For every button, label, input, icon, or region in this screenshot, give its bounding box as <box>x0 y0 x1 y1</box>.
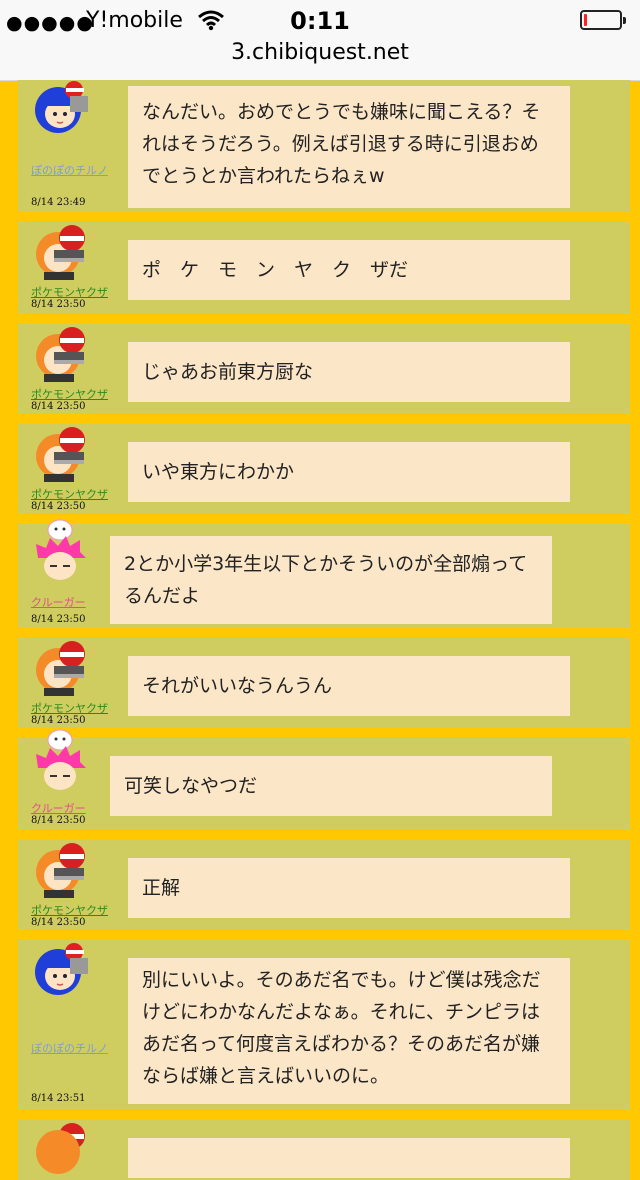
orange-hair-avatar[interactable] <box>30 224 90 280</box>
user-name-link[interactable]: ポケモンヤクザ <box>31 902 108 918</box>
pink-hair-avatar[interactable] <box>30 518 90 588</box>
user-name-link[interactable]: ポケモンヤクザ <box>31 486 108 502</box>
timestamp: 8/14 23:50 <box>31 299 86 310</box>
message-bubble: なんだい。おめでとうでも嫌味に聞こえる？それはそうだろう。例えば引退する時に引退… <box>128 86 570 208</box>
chat-message: ぽのぽのチルノ 8/14 23:51 別にいいよ。そのあだ名でも。けど僕は残念だ… <box>18 940 630 1110</box>
battery-level <box>584 14 587 26</box>
message-bubble: 正解 <box>128 858 570 918</box>
user-name-link[interactable]: ポケモンヤクザ <box>31 700 108 716</box>
timestamp: 8/14 23:51 <box>31 1093 86 1104</box>
timestamp: 8/14 23:50 <box>31 917 86 928</box>
message-bubble: 可笑しなやつだ <box>110 756 552 816</box>
pink-hair-avatar[interactable] <box>30 728 90 798</box>
user-name-link[interactable]: クルーガー <box>31 594 86 610</box>
orange-hair-avatar[interactable] <box>30 1122 90 1178</box>
message-bubble: ポ ケ モ ン ヤ ク ザだ <box>128 240 570 300</box>
message-bubble: 2とか小学3年生以下とかそういのが全部煽ってるんだよ <box>110 536 552 624</box>
chat-message: ポケモンヤクザ 8/14 23:50 じゃあお前東方厨な <box>18 324 630 414</box>
chat-message: ポケモンヤクザ 8/14 23:50 正解 <box>18 840 630 930</box>
message-bubble: 別にいいよ。そのあだ名でも。けど僕は残念だけどにわかなんだよなぁ。それに、チンピ… <box>128 958 570 1104</box>
chat-message: ポケモンヤクザ 8/14 23:50 いや東方にわかか <box>18 424 630 514</box>
user-name-link[interactable]: クルーガー <box>31 800 86 816</box>
message-bubble: いや東方にわかか <box>128 442 570 502</box>
timestamp: 8/14 23:50 <box>31 501 86 512</box>
message-bubble: それがいいなうんうん <box>128 656 570 716</box>
user-name-link[interactable]: ポケモンヤクザ <box>31 284 108 300</box>
chat-message: クルーガー 8/14 23:50 可笑しなやつだ <box>18 729 630 830</box>
blue-hair-avatar[interactable] <box>30 80 90 136</box>
clock: 0:11 <box>290 7 350 35</box>
orange-hair-avatar[interactable] <box>30 426 90 482</box>
message-bubble <box>128 1138 570 1178</box>
message-bubble: じゃあお前東方厨な <box>128 342 570 402</box>
chat-message: ポケモンヤクザ 8/14 23:50 それがいいなうんうん <box>18 638 630 728</box>
user-name-link[interactable]: ぽのぽのチルノ <box>31 162 108 178</box>
timestamp: 8/14 23:50 <box>31 715 86 726</box>
chat-message: ぽのぽのチルノ 8/14 23:49 なんだい。おめでとうでも嫌味に聞こえる？そ… <box>18 80 630 212</box>
user-name-link[interactable]: ポケモンヤクザ <box>31 386 108 402</box>
timestamp: 8/14 23:49 <box>31 197 86 208</box>
orange-hair-avatar[interactable] <box>30 842 90 898</box>
orange-hair-avatar[interactable] <box>30 326 90 382</box>
battery-icon <box>580 10 626 30</box>
address-bar-url[interactable]: 3.chibiquest.net <box>0 40 640 65</box>
blue-hair-avatar[interactable] <box>30 942 90 998</box>
chat-log[interactable]: ぽのぽのチルノ 8/14 23:49 なんだい。おめでとうでも嫌味に聞こえる？そ… <box>18 80 630 1180</box>
status-bar: ●●●●● Y!mobile 0:11 3.chibiquest.net <box>0 0 640 81</box>
chat-message: ポケモンヤクザ 8/14 23:50 ポ ケ モ ン ヤ ク ザだ <box>18 222 630 314</box>
chat-message: クルーガー 8/14 23:50 2とか小学3年生以下とかそういのが全部煽ってる… <box>18 519 630 628</box>
orange-hair-avatar[interactable] <box>30 640 90 696</box>
timestamp: 8/14 23:50 <box>31 401 86 412</box>
timestamp: 8/14 23:50 <box>31 614 86 625</box>
timestamp: 8/14 23:50 <box>31 815 86 826</box>
user-name-link[interactable]: ぽのぽのチルノ <box>31 1040 108 1056</box>
chat-message-partial <box>18 1120 630 1180</box>
